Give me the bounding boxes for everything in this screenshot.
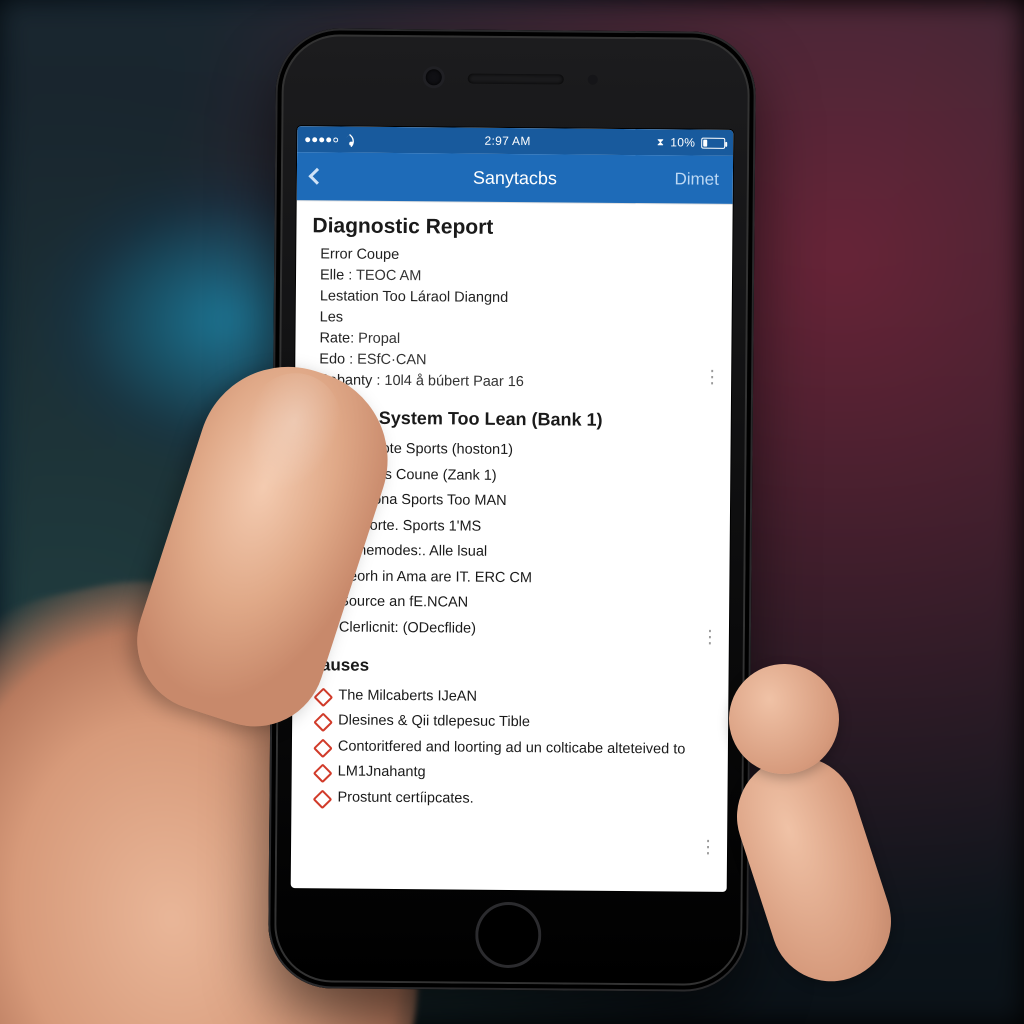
more-menu-icon[interactable]: ⋮ xyxy=(703,374,721,380)
battery-pct: 10% xyxy=(670,135,695,149)
alarm-icon: ⧗ xyxy=(657,137,664,148)
list-item: Seorh in Ama are IT. ERC CM xyxy=(317,564,713,593)
causes-list: The Milcaberts IJeAN Dlesines & Qii tdle… xyxy=(307,683,712,814)
status-bar: 2:97 AM ⧗ 10% xyxy=(297,126,733,156)
list-item: Contoritfered and loorting ad un coltica… xyxy=(316,734,712,763)
report-fields: Error Coupe Elle : TEOC AM Lestation Too… xyxy=(311,244,716,395)
list-item: Custorte. Sports 1'MS xyxy=(318,513,714,542)
nav-bar: Sanytacbs Dimet xyxy=(297,152,733,204)
battery-icon xyxy=(701,137,725,148)
earpiece xyxy=(468,74,564,85)
list-item: Canemodes:. Alle lsual xyxy=(318,539,714,568)
front-camera xyxy=(426,69,442,85)
page-title: Diagnostic Report xyxy=(312,214,716,242)
list-item: Dlesines & Qii tdlepesuc Tible xyxy=(316,708,712,737)
field-row: Sebanty : 10l4 å búbert Paar 16 xyxy=(319,370,715,394)
list-item: Source an fE.NCAN xyxy=(317,590,713,619)
more-menu-icon[interactable]: ⋮ xyxy=(699,844,717,850)
proximity-sensor xyxy=(588,75,598,85)
wifi-icon xyxy=(344,133,358,147)
signal-icon xyxy=(305,137,338,142)
status-time: 2:97 AM xyxy=(484,134,530,148)
list-item: LM1Jnahantg xyxy=(316,760,712,789)
list-item: Clerlicnit: (ODecflide) xyxy=(317,615,713,644)
list-item: Prostunt certíipcates. xyxy=(315,785,711,814)
field-row: Lestation Too Láraol Diangnd xyxy=(320,286,716,310)
list-item: The Milcaberts IJeAN xyxy=(316,683,712,712)
home-button[interactable] xyxy=(475,902,542,969)
nav-title: Sanytacbs xyxy=(297,166,733,191)
causes-heading: Causes xyxy=(309,655,713,679)
more-menu-icon[interactable]: ⋮ xyxy=(701,634,719,640)
